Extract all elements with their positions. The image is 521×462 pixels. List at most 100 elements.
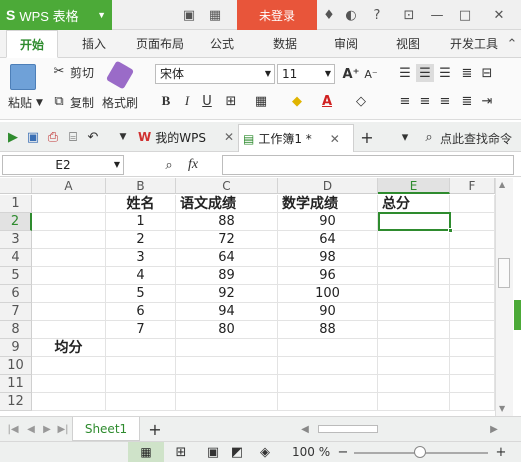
close-icon[interactable]: ✕ bbox=[330, 132, 340, 146]
cell-c11[interactable] bbox=[176, 375, 278, 393]
cell-a3[interactable] bbox=[32, 231, 106, 249]
decrease-font-icon[interactable]: A⁻ bbox=[362, 65, 380, 83]
cell-e11[interactable] bbox=[378, 375, 450, 393]
print-icon[interactable]: ⌸ bbox=[64, 128, 82, 146]
italic-button[interactable]: I bbox=[178, 92, 196, 110]
cut-button[interactable]: 剪切 bbox=[70, 64, 94, 81]
cell-b1[interactable]: 姓名 bbox=[106, 195, 176, 213]
cell-d8[interactable]: 88 bbox=[278, 321, 378, 339]
cell-d3[interactable]: 64 bbox=[278, 231, 378, 249]
cell-f2[interactable] bbox=[450, 213, 495, 231]
col-header-d[interactable]: D bbox=[278, 178, 378, 194]
cell-b2[interactable]: 1 bbox=[106, 213, 176, 231]
cell-a11[interactable] bbox=[32, 375, 106, 393]
document-icon[interactable]: ▣ bbox=[180, 6, 198, 24]
align-middle-icon[interactable]: ☰ bbox=[416, 64, 434, 82]
fill-handle[interactable] bbox=[448, 228, 453, 233]
skin-icon[interactable]: ♦ bbox=[320, 6, 338, 24]
cell-b5[interactable]: 4 bbox=[106, 267, 176, 285]
wps-app-menu[interactable]: S WPS 表格 ▼ bbox=[0, 0, 112, 30]
copy-button[interactable]: 复制 bbox=[70, 94, 94, 111]
pdf-icon[interactable]: ⎙ bbox=[44, 128, 62, 146]
cell-c3[interactable]: 72 bbox=[176, 231, 278, 249]
cell-f7[interactable] bbox=[450, 303, 495, 321]
normal-view-icon[interactable]: ▦ bbox=[128, 442, 164, 462]
paste-icon[interactable] bbox=[10, 64, 36, 90]
select-all-corner[interactable] bbox=[0, 178, 32, 194]
reading-mode-icon[interactable]: ◩ bbox=[228, 443, 246, 461]
name-box[interactable]: E2 ▼ bbox=[2, 155, 124, 175]
col-header-f[interactable]: F bbox=[450, 178, 495, 194]
cell-b10[interactable] bbox=[106, 357, 176, 375]
cell-d5[interactable]: 96 bbox=[278, 267, 378, 285]
cell-a9[interactable]: 均分 bbox=[32, 339, 106, 357]
cell-d2[interactable]: 90 bbox=[278, 213, 378, 231]
cell-b12[interactable] bbox=[106, 393, 176, 411]
cell-c10[interactable] bbox=[176, 357, 278, 375]
zoom-in-icon[interactable]: + bbox=[492, 443, 510, 461]
minimize-icon[interactable]: — bbox=[428, 6, 446, 24]
cell-f12[interactable] bbox=[450, 393, 495, 411]
side-panel-toggle[interactable] bbox=[514, 300, 521, 330]
cell-f1[interactable] bbox=[450, 195, 495, 213]
row-header[interactable]: 2 bbox=[0, 213, 32, 231]
cell-a8[interactable] bbox=[32, 321, 106, 339]
cell-c4[interactable]: 64 bbox=[176, 249, 278, 267]
scroll-left-icon[interactable]: ◀ bbox=[296, 420, 314, 438]
cell-e9[interactable] bbox=[378, 339, 450, 357]
cell-e5[interactable] bbox=[378, 267, 450, 285]
cell-d9[interactable] bbox=[278, 339, 378, 357]
font-size-select[interactable]: 11 ▼ bbox=[277, 64, 335, 84]
cell-a7[interactable] bbox=[32, 303, 106, 321]
cell-e4[interactable] bbox=[378, 249, 450, 267]
row-header[interactable]: 1 bbox=[0, 195, 32, 213]
underline-button[interactable]: U bbox=[198, 92, 216, 110]
chevron-up-icon[interactable]: ⌃ bbox=[503, 35, 521, 53]
cell-c12[interactable] bbox=[176, 393, 278, 411]
row-header[interactable]: 9 bbox=[0, 339, 32, 357]
cell-b4[interactable]: 3 bbox=[106, 249, 176, 267]
tab-formulas[interactable]: 公式 bbox=[202, 30, 242, 58]
cell-e6[interactable] bbox=[378, 285, 450, 303]
last-sheet-icon[interactable]: ▶| bbox=[54, 420, 72, 438]
cell-b7[interactable]: 6 bbox=[106, 303, 176, 321]
save-icon[interactable]: ▣ bbox=[24, 128, 42, 146]
cell-f4[interactable] bbox=[450, 249, 495, 267]
cell-c9[interactable] bbox=[176, 339, 278, 357]
cell-c1[interactable]: 语文成绩 bbox=[176, 195, 278, 213]
cell-d11[interactable] bbox=[278, 375, 378, 393]
cell-e3[interactable] bbox=[378, 231, 450, 249]
command-menu-icon[interactable]: ▾ bbox=[396, 128, 414, 146]
tab-review[interactable]: 审阅 bbox=[326, 30, 366, 58]
align-top-icon[interactable]: ☰ bbox=[396, 64, 414, 82]
cell-e7[interactable] bbox=[378, 303, 450, 321]
align-bottom-icon[interactable]: ☰ bbox=[436, 64, 454, 82]
align-right-icon[interactable]: ≡ bbox=[436, 92, 454, 110]
vertical-scrollbar[interactable]: ▲ ▼ bbox=[495, 178, 513, 416]
col-header-a[interactable]: A bbox=[32, 178, 106, 194]
cell-c5[interactable]: 89 bbox=[176, 267, 278, 285]
increase-font-icon[interactable]: A⁺ bbox=[342, 65, 360, 83]
sheet-tab-sheet1[interactable]: Sheet1 bbox=[72, 417, 140, 441]
align-justify-icon[interactable]: ≣ bbox=[458, 92, 476, 110]
cell-a6[interactable] bbox=[32, 285, 106, 303]
copy-icon[interactable]: ⧉ bbox=[50, 92, 68, 110]
scissors-icon[interactable]: ✂ bbox=[50, 62, 68, 80]
grid-icon[interactable]: ▦ bbox=[206, 6, 224, 24]
new-tab-icon[interactable]: + bbox=[358, 128, 376, 147]
feedback-icon[interactable]: ◐ bbox=[342, 6, 360, 24]
zoom-formula-icon[interactable]: ⌕ bbox=[160, 156, 178, 174]
align-center-icon[interactable]: ≡ bbox=[416, 92, 434, 110]
clear-format-icon[interactable]: ◇ bbox=[352, 92, 370, 110]
cell-a4[interactable] bbox=[32, 249, 106, 267]
row-header[interactable]: 7 bbox=[0, 303, 32, 321]
scroll-up-icon[interactable]: ▲ bbox=[499, 180, 505, 189]
cell-c2[interactable]: 88 bbox=[176, 213, 278, 231]
folder-icon[interactable]: ▶ bbox=[4, 128, 22, 146]
cell-a12[interactable] bbox=[32, 393, 106, 411]
cell-d7[interactable]: 90 bbox=[278, 303, 378, 321]
indent-icon[interactable]: ⇥ bbox=[478, 92, 496, 110]
cell-a2[interactable] bbox=[32, 213, 106, 231]
scroll-thumb[interactable] bbox=[498, 258, 510, 288]
tab-workbook1[interactable]: ▤ 工作簿1 * ✕ bbox=[238, 124, 354, 152]
